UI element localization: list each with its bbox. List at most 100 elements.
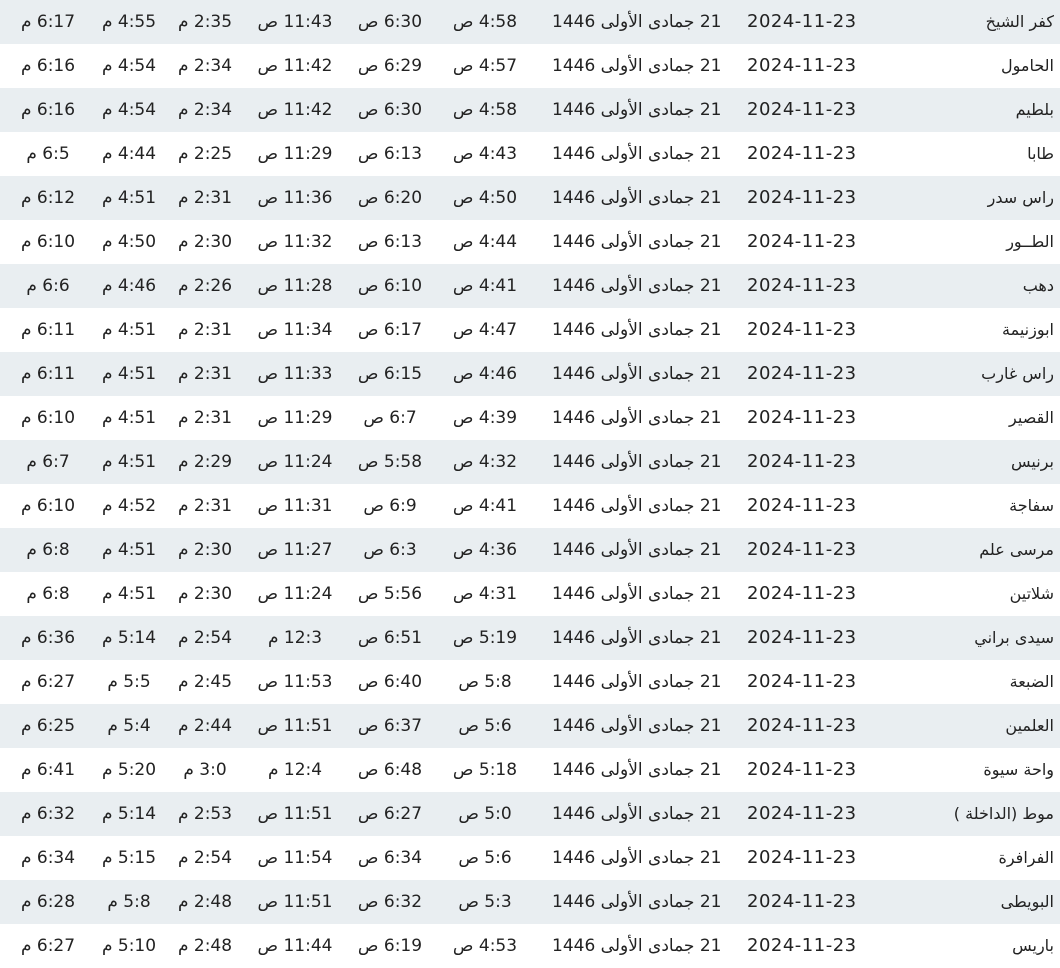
maghrib-time: 4:51 م	[101, 188, 157, 208]
fajr-time: 4:46 ص	[452, 364, 518, 384]
hijri-date: 21 جمادى الأولى 1446	[552, 12, 722, 32]
table-row: دهب 2024-11-23 21 جمادى الأولى 1446 4:41 ص 6…	[0, 264, 1060, 308]
sunrise-time: 6:34 ص	[357, 848, 423, 868]
table-row: سفاجة 2024-11-23 21 جمادى الأولى 1446 4:41 …	[0, 484, 1060, 528]
maghrib-time: 4:51 م	[101, 320, 157, 340]
table-row: الطــور 2024-11-23 21 جمادى الأولى 1446 4:4…	[0, 220, 1060, 264]
dhuhr-time: 11:27 ص	[257, 540, 333, 560]
dhuhr-time: 11:51 ص	[257, 892, 333, 912]
maghrib-time: 4:44 م	[101, 144, 157, 164]
table-row: شلاتين 2024-11-23 21 جمادى الأولى 1446 4:31…	[0, 572, 1060, 616]
dhuhr-time: 11:31 ص	[257, 496, 333, 516]
sunrise-time: 6:40 ص	[357, 672, 423, 692]
maghrib-time: 4:46 م	[101, 276, 157, 296]
city-name: واحة سيوة	[983, 760, 1054, 779]
gregorian-date: 2024-11-23	[747, 275, 857, 296]
fajr-time: 5:6 ص	[458, 848, 512, 868]
city-name: الفرافرة	[998, 848, 1054, 867]
hijri-date: 21 جمادى الأولى 1446	[552, 496, 722, 516]
isha-time: 6:36 م	[20, 628, 76, 648]
table-row: طابا 2024-11-23 21 جمادى الأولى 1446 4:43 ص…	[0, 132, 1060, 176]
sunrise-time: 6:32 ص	[357, 892, 423, 912]
city-name: الحامول	[1001, 56, 1054, 75]
gregorian-date: 2024-11-23	[747, 99, 857, 120]
fajr-time: 4:44 ص	[452, 232, 518, 252]
isha-time: 6:7 م	[26, 452, 70, 472]
gregorian-date: 2024-11-23	[747, 583, 857, 604]
hijri-date: 21 جمادى الأولى 1446	[552, 144, 722, 164]
sunrise-time: 6:27 ص	[357, 804, 423, 824]
isha-time: 6:17 م	[20, 12, 76, 32]
dhuhr-time: 11:42 ص	[257, 100, 333, 120]
dhuhr-time: 11:54 ص	[257, 848, 333, 868]
hijri-date: 21 جمادى الأولى 1446	[552, 320, 722, 340]
table-row: ابوزنيمة 2024-11-23 21 جمادى الأولى 1446 4:…	[0, 308, 1060, 352]
fajr-time: 4:41 ص	[452, 276, 518, 296]
maghrib-time: 5:14 م	[101, 628, 157, 648]
city-name: القصير	[1009, 408, 1054, 427]
isha-time: 6:27 م	[20, 936, 76, 956]
city-name: سيدى براني	[974, 628, 1054, 647]
dhuhr-time: 11:51 ص	[257, 716, 333, 736]
hijri-date: 21 جمادى الأولى 1446	[552, 672, 722, 692]
isha-time: 6:34 م	[20, 848, 76, 868]
fajr-time: 5:18 ص	[452, 760, 518, 780]
isha-time: 6:28 م	[20, 892, 76, 912]
maghrib-time: 4:51 م	[101, 584, 157, 604]
table-row: البويطى 2024-11-23 21 جمادى الأولى 1446 5:3…	[0, 880, 1060, 924]
table-row: راس غارب 2024-11-23 21 جمادى الأولى 1446 4:…	[0, 352, 1060, 396]
dhuhr-time: 11:53 ص	[257, 672, 333, 692]
isha-time: 6:12 م	[20, 188, 76, 208]
sunrise-time: 6:19 ص	[357, 936, 423, 956]
hijri-date: 21 جمادى الأولى 1446	[552, 892, 722, 912]
dhuhr-time: 11:44 ص	[257, 936, 333, 956]
sunrise-time: 6:3 ص	[363, 540, 417, 560]
sunrise-time: 6:37 ص	[357, 716, 423, 736]
gregorian-date: 2024-11-23	[747, 671, 857, 692]
dhuhr-time: 11:28 ص	[257, 276, 333, 296]
hijri-date: 21 جمادى الأولى 1446	[552, 848, 722, 868]
fajr-time: 5:6 ص	[458, 716, 512, 736]
sunrise-time: 6:13 ص	[357, 232, 423, 252]
isha-time: 6:8 م	[26, 584, 70, 604]
gregorian-date: 2024-11-23	[747, 847, 857, 868]
gregorian-date: 2024-11-23	[747, 759, 857, 780]
gregorian-date: 2024-11-23	[747, 319, 857, 340]
gregorian-date: 2024-11-23	[747, 539, 857, 560]
table-row: واحة سيوة 2024-11-23 21 جمادى الأولى 1446 5…	[0, 748, 1060, 792]
city-name: شلاتين	[1009, 584, 1054, 603]
city-name: سفاجة	[1009, 496, 1054, 515]
gregorian-date: 2024-11-23	[747, 11, 857, 32]
fajr-time: 4:43 ص	[452, 144, 518, 164]
fajr-time: 4:47 ص	[452, 320, 518, 340]
isha-time: 6:10 م	[20, 232, 76, 252]
sunrise-time: 6:17 ص	[357, 320, 423, 340]
isha-time: 6:10 م	[20, 496, 76, 516]
city-name: دهب	[1022, 276, 1054, 295]
maghrib-time: 5:8 م	[107, 892, 151, 912]
table-row: القصير 2024-11-23 21 جمادى الأولى 1446 4:39…	[0, 396, 1060, 440]
sunrise-time: 5:58 ص	[357, 452, 423, 472]
hijri-date: 21 جمادى الأولى 1446	[552, 540, 722, 560]
fajr-time: 4:57 ص	[452, 56, 518, 76]
dhuhr-time: 11:32 ص	[257, 232, 333, 252]
isha-time: 6:25 م	[20, 716, 76, 736]
maghrib-time: 5:15 م	[101, 848, 157, 868]
city-name: برنيس	[1011, 452, 1054, 471]
hijri-date: 21 جمادى الأولى 1446	[552, 56, 722, 76]
fajr-time: 5:3 ص	[458, 892, 512, 912]
gregorian-date: 2024-11-23	[747, 363, 857, 384]
hijri-date: 21 جمادى الأولى 1446	[552, 452, 722, 472]
table-row: باريس 2024-11-23 21 جمادى الأولى 1446 4:53 …	[0, 924, 1060, 968]
dhuhr-time: 12:3 م	[267, 628, 323, 648]
dhuhr-time: 11:42 ص	[257, 56, 333, 76]
gregorian-date: 2024-11-23	[747, 407, 857, 428]
sunrise-time: 6:20 ص	[357, 188, 423, 208]
sunrise-time: 5:56 ص	[357, 584, 423, 604]
isha-time: 6:16 م	[20, 100, 76, 120]
city-name: كفر الشيخ	[985, 12, 1054, 31]
fajr-time: 5:19 ص	[452, 628, 518, 648]
table-row: موط (الداخلة ) 2024-11-23 21 جمادى الأولى …	[0, 792, 1060, 836]
sunrise-time: 6:30 ص	[357, 12, 423, 32]
dhuhr-time: 11:29 ص	[257, 408, 333, 428]
